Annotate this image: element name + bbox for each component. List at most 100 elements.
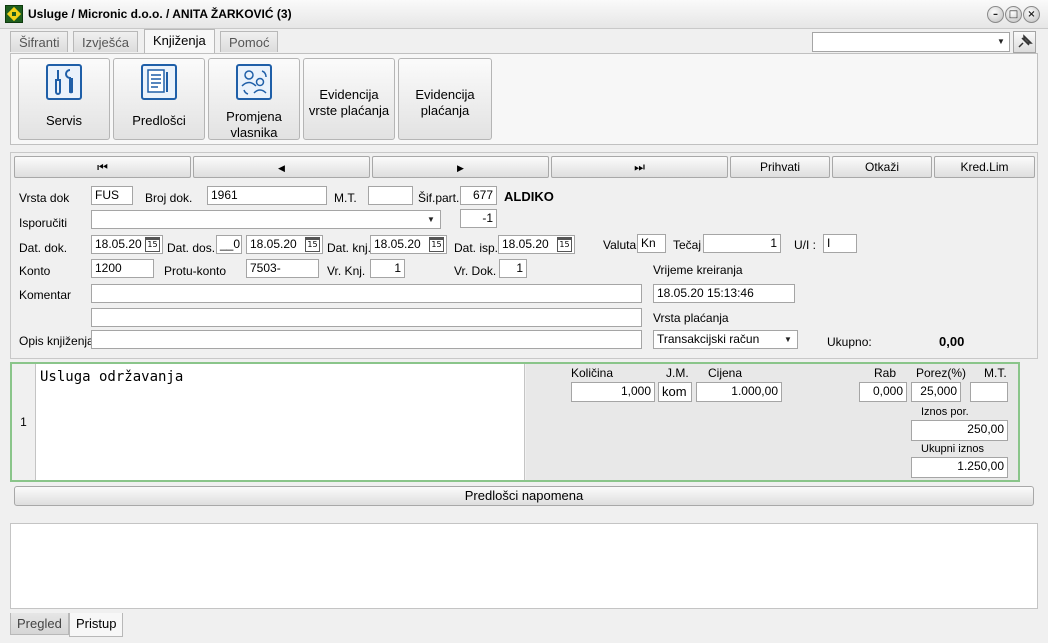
chevron-down-icon[interactable]: ▼ [780,331,796,348]
isporuciti-field[interactable] [91,210,441,229]
notes-textarea[interactable] [10,523,1038,609]
vr-dok-label: Vr. Dok. [454,264,497,278]
valuta-field[interactable]: Kn [637,234,666,253]
mt-field[interactable] [368,186,413,205]
komentar-label: Komentar [19,288,72,302]
chevron-down-icon[interactable]: ▼ [993,33,1009,51]
rab-field[interactable]: 0,000 [859,382,907,402]
cijena-label: Cijena [708,366,743,380]
pin-icon [1018,34,1033,48]
dat-dos-prefix-field[interactable]: __0 [216,235,242,254]
last-record-button[interactable]: ⏭ [551,156,728,178]
previous-icon: ◀ [278,163,285,173]
iznos-por-label: Iznos por. [921,406,969,418]
maximize-button[interactable]: □ [1005,6,1022,23]
close-button[interactable]: × [1023,6,1040,23]
tab-sifranti[interactable]: Šifranti [10,31,69,52]
predlosci-napomena-button[interactable]: Predlošci napomena [14,486,1034,506]
broj-dok-label: Broj dok. [145,191,193,205]
accept-button[interactable]: Prihvati [730,156,830,178]
item-description-field[interactable]: Usluga održavanja [36,364,525,480]
protu-konto-label: Protu-konto [164,264,227,278]
tab-pomoc[interactable]: Pomoć [220,31,279,52]
item-mt-label: M.T. [984,366,1007,380]
komentar-field[interactable] [91,284,642,303]
rab-label: Rab [874,366,897,380]
cijena-field[interactable]: 1.000,00 [696,382,782,402]
broj-dok-field[interactable]: 1961 [207,186,327,205]
quick-search-combo[interactable]: ▼ [812,32,1010,52]
calendar-icon[interactable]: 15 [305,237,320,252]
vrsta-placanja-label: Vrsta plaćanja [653,311,729,325]
minimize-button[interactable]: – [987,6,1004,23]
title-bar: Usluge / Micronic d.o.o. / ANITA ŽARKOVI… [0,0,1048,29]
isporuciti-label: Isporučiti [19,216,68,230]
komentar2-field[interactable] [91,308,642,327]
calendar-icon[interactable]: 15 [145,237,160,252]
tecaj-label: Tečaj [673,238,702,252]
first-record-button[interactable]: ⏮ [14,156,191,178]
window-title: Usluge / Micronic d.o.o. / ANITA ŽARKOVI… [28,7,292,21]
tab-pregled[interactable]: Pregled [10,613,69,635]
cancel-button[interactable]: Otkaži [832,156,932,178]
protu-konto-field[interactable]: 7503- [246,259,319,278]
ui-label: U/I : [794,238,817,252]
evidencija-placanja-button[interactable]: Evidencija plaćanja [398,58,492,140]
kolicina-field[interactable]: 1,000 [571,382,655,402]
opis-knjizenja-label: Opis knjiženja [19,334,94,348]
isporuciti-dropdown-icon[interactable]: ▼ [423,211,439,228]
item-details: Količina 1,000 J.M. kom Cijena 1.000,00 … [526,364,1018,480]
promjena-vlasnika-label: Promjena vlasnika [226,109,282,140]
evidencija-placanja-label: Evidencija plaćanja [415,87,475,118]
evidencija-vrste-placanja-button[interactable]: Evidencija vrste plaćanja [303,58,395,140]
ukupni-iznos-field[interactable]: 1.250,00 [911,457,1008,478]
last-icon: ⏭ [634,160,645,174]
row-number: 1 [12,364,36,480]
dat-dok-label: Dat. dok. [19,241,68,255]
servis-button[interactable]: Servis [18,58,110,140]
predlosci-button[interactable]: Predlošci [113,58,205,140]
ui-field[interactable]: I [823,234,857,253]
evidencija-vrste-placanja-label: Evidencija vrste plaćanja [308,87,390,118]
porez-label: Porez(%) [916,366,967,380]
vr-knj-label: Vr. Knj. [327,264,366,278]
sif-part-field[interactable]: 677 [460,186,497,205]
vrsta-dok-label: Vrsta dok [19,191,70,205]
dat-isp-label: Dat. isp. [454,241,499,255]
promjena-vlasnika-button[interactable]: Promjena vlasnika [208,58,300,140]
item-mt-field[interactable] [970,382,1008,402]
iznos-por-field[interactable]: 250,00 [911,420,1008,441]
vrsta-placanja-select[interactable]: Transakcijski račun [653,330,798,349]
vrijeme-kreiranja-label: Vrijeme kreiranja [653,263,743,277]
konto-label: Konto [19,264,51,278]
calendar-icon[interactable]: 15 [557,237,572,252]
pin-button[interactable] [1013,31,1036,53]
ukupni-iznos-label: Ukupni iznos [921,443,984,455]
dat-knj-label: Dat. knj. [327,241,372,255]
vr-dok-field[interactable]: 1 [499,259,527,278]
next-record-button[interactable]: ▶ [372,156,549,178]
ukupno-value: 0,00 [939,334,965,349]
servis-label: Servis [45,113,83,128]
calendar-icon[interactable]: 15 [429,237,444,252]
tab-knjizenja[interactable]: Knjiženja [144,29,215,53]
tools-icon [46,64,82,100]
konto-field[interactable]: 1200 [91,259,154,278]
partner-name: ALDIKO [504,189,554,204]
app-logo-icon [5,5,23,23]
templates-icon [141,64,177,100]
porez-field[interactable]: 25,000 [911,382,961,402]
vr-knj-field[interactable]: 1 [370,259,405,278]
previous-record-button[interactable]: ◀ [193,156,370,178]
vrsta-dok-field[interactable]: FUS [91,186,133,205]
opis-knjizenja-field[interactable] [91,330,642,349]
credit-limit-button[interactable]: Kred.Lim [934,156,1035,178]
tab-pristup[interactable]: Pristup [69,613,124,637]
tab-izvjesca[interactable]: Izvješća [73,31,138,52]
tecaj-field[interactable]: 1 [703,234,781,253]
valuta-label: Valuta [603,238,637,252]
item-row: 1 Usluga održavanja Količina 1,000 J.M. … [10,362,1020,482]
vrijeme-kreiranja-field[interactable]: 18.05.20 15:13:46 [653,284,795,303]
jm-field[interactable]: kom [658,382,692,402]
isporuciti-code-field[interactable]: -1 [460,209,497,228]
